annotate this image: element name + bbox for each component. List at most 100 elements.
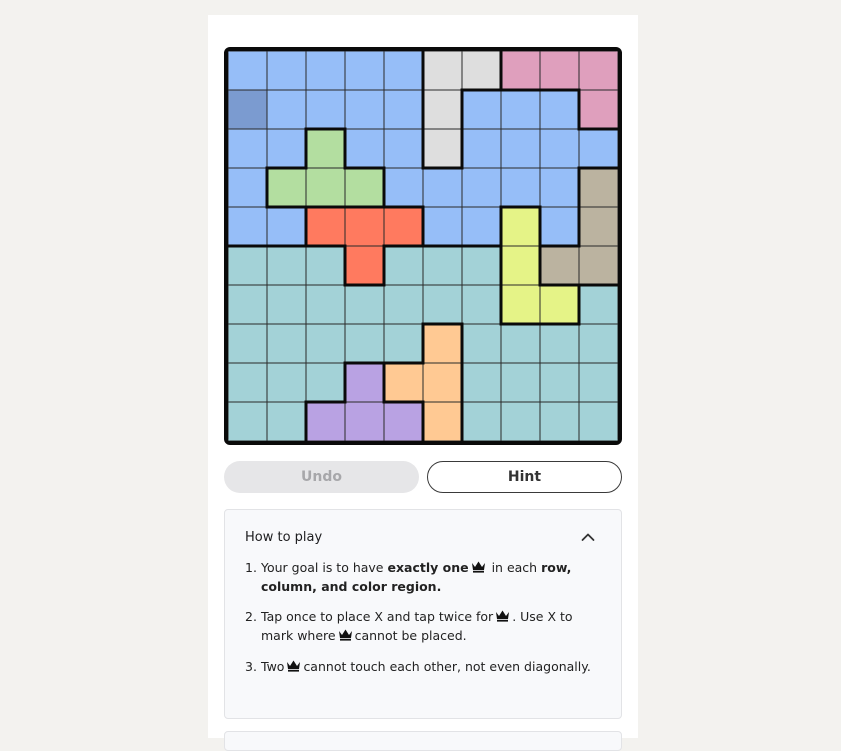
- board-cell[interactable]: [500, 401, 541, 441]
- board-cell[interactable]: [578, 323, 618, 364]
- board-cell[interactable]: [383, 89, 424, 130]
- board-cell[interactable]: [228, 167, 268, 208]
- board-cell[interactable]: [422, 284, 463, 325]
- board-cell[interactable]: [539, 206, 580, 247]
- board-cell[interactable]: [344, 362, 385, 403]
- board-cell[interactable]: [228, 245, 268, 286]
- board-cell[interactable]: [461, 206, 502, 247]
- board-cell[interactable]: [266, 51, 307, 91]
- board-cell[interactable]: [228, 362, 268, 403]
- board-cell[interactable]: [383, 245, 424, 286]
- board-cell[interactable]: [422, 323, 463, 364]
- board-cell[interactable]: [539, 323, 580, 364]
- board-cell[interactable]: [539, 167, 580, 208]
- board-cell[interactable]: [305, 167, 346, 208]
- board-cell[interactable]: [344, 401, 385, 441]
- board-cell[interactable]: [305, 401, 346, 441]
- board-cell[interactable]: [500, 167, 541, 208]
- board-cell[interactable]: [539, 362, 580, 403]
- board-cell[interactable]: [461, 51, 502, 91]
- board-cell[interactable]: [305, 89, 346, 130]
- board-cell[interactable]: [539, 51, 580, 91]
- board-cell[interactable]: [461, 401, 502, 441]
- board-cell[interactable]: [578, 245, 618, 286]
- board-cell[interactable]: [461, 362, 502, 403]
- board-cell[interactable]: [578, 89, 618, 130]
- board-cell[interactable]: [500, 284, 541, 325]
- board-cell[interactable]: [578, 206, 618, 247]
- board-cell[interactable]: [422, 51, 463, 91]
- board-cell[interactable]: [228, 206, 268, 247]
- board-cell[interactable]: [461, 284, 502, 325]
- board-cell[interactable]: [266, 323, 307, 364]
- board-cell[interactable]: [461, 128, 502, 169]
- how-to-play-title[interactable]: How to play: [245, 530, 322, 545]
- board-cell[interactable]: [344, 167, 385, 208]
- board-cell[interactable]: [344, 284, 385, 325]
- board-cell[interactable]: [500, 245, 541, 286]
- board-cell[interactable]: [422, 128, 463, 169]
- board-cell[interactable]: [383, 362, 424, 403]
- board-cell[interactable]: [305, 323, 346, 364]
- board-cell[interactable]: [344, 51, 385, 91]
- board-cell[interactable]: [461, 167, 502, 208]
- board-cell[interactable]: [539, 245, 580, 286]
- board-cell[interactable]: [305, 284, 346, 325]
- board-cell[interactable]: [305, 51, 346, 91]
- board-cell[interactable]: [578, 128, 618, 169]
- board-cell[interactable]: [305, 362, 346, 403]
- board-cell[interactable]: [228, 51, 268, 91]
- board-cell[interactable]: [344, 323, 385, 364]
- board-cell[interactable]: [461, 323, 502, 364]
- board-cell[interactable]: [228, 323, 268, 364]
- board-cell[interactable]: [461, 245, 502, 286]
- board-cell[interactable]: [383, 323, 424, 364]
- board-cell[interactable]: [228, 89, 268, 130]
- collapsed-card[interactable]: [224, 731, 622, 751]
- board-cell[interactable]: [228, 401, 268, 441]
- board-cell[interactable]: [539, 284, 580, 325]
- board-cell[interactable]: [578, 167, 618, 208]
- chevron-up-icon[interactable]: [581, 532, 595, 542]
- board-cell[interactable]: [383, 51, 424, 91]
- undo-button[interactable]: Undo: [224, 461, 419, 493]
- board-cell[interactable]: [539, 401, 580, 441]
- board-cell[interactable]: [422, 245, 463, 286]
- board-cell[interactable]: [383, 167, 424, 208]
- board-cell[interactable]: [500, 89, 541, 130]
- board-cell[interactable]: [578, 284, 618, 325]
- board-cell[interactable]: [578, 401, 618, 441]
- board-cell[interactable]: [500, 206, 541, 247]
- board-cell[interactable]: [266, 206, 307, 247]
- board-cell[interactable]: [344, 245, 385, 286]
- board-cell[interactable]: [228, 128, 268, 169]
- board-cell[interactable]: [228, 284, 268, 325]
- board-cell[interactable]: [266, 245, 307, 286]
- board-cell[interactable]: [266, 128, 307, 169]
- board-cell[interactable]: [422, 362, 463, 403]
- board-cell[interactable]: [305, 206, 346, 247]
- board-cell[interactable]: [500, 51, 541, 91]
- board-cell[interactable]: [422, 167, 463, 208]
- board-cell[interactable]: [266, 284, 307, 325]
- board-cell[interactable]: [266, 362, 307, 403]
- hint-button[interactable]: Hint: [427, 461, 622, 493]
- board-cell[interactable]: [305, 128, 346, 169]
- board-cell[interactable]: [383, 284, 424, 325]
- board-cell[interactable]: [422, 401, 463, 441]
- board-grid[interactable]: [228, 51, 618, 441]
- board-cell[interactable]: [500, 323, 541, 364]
- board-cell[interactable]: [422, 206, 463, 247]
- board-cell[interactable]: [500, 362, 541, 403]
- queens-board[interactable]: [224, 47, 622, 445]
- board-cell[interactable]: [383, 401, 424, 441]
- board-cell[interactable]: [461, 89, 502, 130]
- board-cell[interactable]: [500, 128, 541, 169]
- board-cell[interactable]: [422, 89, 463, 130]
- board-cell[interactable]: [539, 89, 580, 130]
- board-cell[interactable]: [539, 128, 580, 169]
- board-cell[interactable]: [266, 167, 307, 208]
- board-cell[interactable]: [383, 128, 424, 169]
- board-cell[interactable]: [344, 89, 385, 130]
- board-cell[interactable]: [578, 51, 618, 91]
